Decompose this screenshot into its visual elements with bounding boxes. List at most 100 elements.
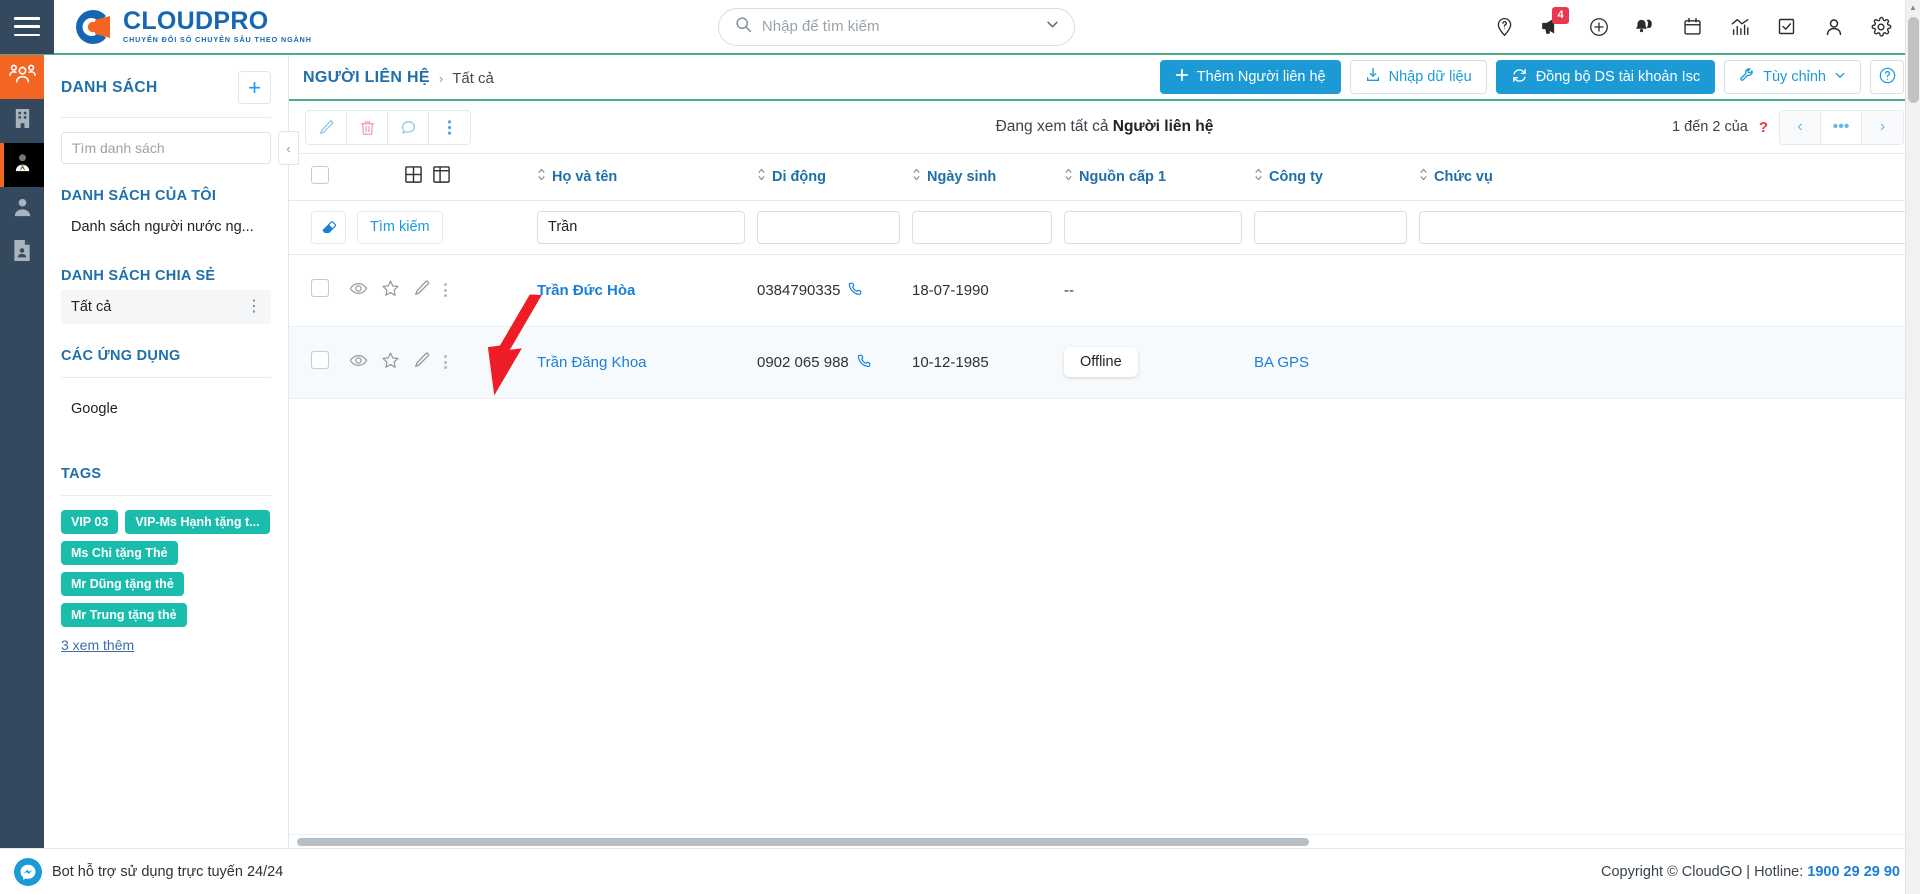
filter-input-company[interactable] <box>1254 210 1407 244</box>
preview-eye-icon[interactable] <box>349 351 368 374</box>
company-link[interactable]: BA GPS <box>1254 354 1309 371</box>
filter-input-birthday[interactable] <box>912 210 1052 244</box>
grid-view-icon[interactable] <box>404 165 423 188</box>
contacts-table: Họ và tên Di động Ngày sinh Nguồn cấp 1 … <box>289 154 1920 399</box>
edit-icon[interactable] <box>306 110 347 144</box>
filter-cell-mobile <box>751 200 906 255</box>
search-filter-button[interactable]: Tìm kiếm <box>357 210 443 244</box>
more-vertical-icon[interactable] <box>429 111 470 144</box>
sort-icon[interactable] <box>1254 168 1263 185</box>
add-contact-button[interactable]: Thêm Người liên hệ <box>1159 60 1341 94</box>
global-search-input[interactable] <box>761 18 1035 35</box>
support-bot[interactable]: Bot hỗ trợ sử dụng trực tuyến 24/24 <box>14 857 284 886</box>
bells-icon[interactable] <box>1622 5 1669 49</box>
phone-call-icon[interactable] <box>848 281 863 300</box>
tag-chip[interactable]: Ms Chi tặng Thẻ <box>61 541 178 565</box>
select-all-checkbox[interactable] <box>311 165 329 184</box>
tags-show-more-link[interactable]: 3 xem thêm <box>61 637 134 653</box>
sidebar-item-contacts[interactable] <box>0 55 44 99</box>
list-item-foreign[interactable]: Danh sách người nước ng... <box>61 210 271 244</box>
megaphone-icon[interactable]: 4 <box>1528 5 1575 49</box>
window-scrollbar[interactable]: ▲ <box>1905 0 1920 894</box>
window-scrollbar-thumb[interactable] <box>1908 17 1919 103</box>
hotline-number[interactable]: 1900 29 29 90 <box>1807 864 1900 880</box>
horizontal-scrollbar[interactable] <box>289 834 1920 848</box>
sidebar-item-company[interactable] <box>0 99 44 143</box>
sort-icon[interactable] <box>1064 168 1073 185</box>
contact-name-link[interactable]: Trần Đăng Khoa <box>537 354 647 371</box>
split-view-icon[interactable] <box>432 165 451 188</box>
support-bot-label: Bot hỗ trợ sử dụng trực tuyến 24/24 <box>52 863 284 880</box>
sort-icon[interactable] <box>757 168 766 185</box>
eraser-button[interactable] <box>311 210 346 244</box>
global-search-box[interactable] <box>717 7 1075 46</box>
phone-call-icon[interactable] <box>857 353 872 372</box>
add-list-button[interactable]: + <box>238 71 271 104</box>
user-icon[interactable] <box>1810 5 1857 49</box>
favorite-star-icon[interactable] <box>381 351 400 374</box>
task-check-icon[interactable] <box>1763 5 1810 49</box>
pagination-prev-button[interactable]: ‹ <box>1780 110 1821 144</box>
column-header-position[interactable]: Chức vụ <box>1413 154 1613 201</box>
gear-icon[interactable] <box>1857 5 1904 49</box>
breadcrumb-sub[interactable]: Tất cả <box>452 70 494 87</box>
pagination-more-button[interactable]: ••• <box>1821 110 1862 144</box>
column-header-mobile[interactable]: Di động <box>751 154 906 201</box>
megaphone-badge: 4 <box>1552 6 1569 24</box>
table-filter-row: Tìm kiếm <box>289 200 1920 255</box>
contact-name-link[interactable]: Trần Đức Hòa <box>537 282 635 299</box>
help-button[interactable] <box>1870 60 1904 94</box>
scroll-up-arrow-icon[interactable]: ▲ <box>1906 0 1920 15</box>
list-search-input[interactable] <box>61 132 271 164</box>
import-data-button[interactable]: Nhập dữ liệu <box>1349 60 1487 94</box>
brand-logo[interactable]: CLOUDPRO CHUYỂN ĐỔI SỐ CHUYÊN SÂU THEO N… <box>54 6 312 48</box>
sort-icon[interactable] <box>537 168 546 185</box>
filter-input-position[interactable] <box>1419 210 1920 244</box>
row-checkbox[interactable] <box>311 279 329 297</box>
breadcrumb-main[interactable]: NGƯỜI LIÊN HỆ <box>303 69 430 87</box>
filter-input-mobile[interactable] <box>757 210 900 244</box>
row-edit-icon[interactable] <box>413 351 431 373</box>
row-checkbox[interactable] <box>311 351 329 369</box>
pagination-next-button[interactable]: › <box>1862 110 1903 144</box>
sort-icon[interactable] <box>912 168 921 185</box>
chevron-down-icon[interactable] <box>1045 17 1060 37</box>
column-header-birthday[interactable]: Ngày sinh <box>906 154 1058 201</box>
table-row[interactable]: Trần Đức Hòa 0384790335 18-07-1990 -- <box>289 254 1920 327</box>
favorite-star-icon[interactable] <box>381 279 400 302</box>
plus-circle-icon[interactable] <box>1575 5 1622 49</box>
list-item-more-icon[interactable]: ⋮ <box>246 299 263 315</box>
preview-eye-icon[interactable] <box>349 279 368 302</box>
sync-account-button[interactable]: Đồng bộ DS tài khoản Isc <box>1495 60 1716 94</box>
tag-chip[interactable]: VIP-Ms Hạnh tặng t... <box>125 510 270 534</box>
filter-input-source[interactable] <box>1064 210 1242 244</box>
comment-icon[interactable] <box>388 110 429 144</box>
filter-input-fullname[interactable] <box>537 210 745 244</box>
column-header-source[interactable]: Nguồn cấp 1 <box>1058 154 1248 201</box>
help-pin-icon[interactable] <box>1481 5 1528 49</box>
table-row[interactable]: Trần Đăng Khoa 0902 065 988 10-12-1985 O… <box>289 326 1920 399</box>
sidebar-item-person[interactable] <box>0 187 44 231</box>
row-edit-icon[interactable] <box>413 279 431 301</box>
column-header-company[interactable]: Công ty <box>1248 154 1413 201</box>
delete-icon[interactable] <box>347 110 388 144</box>
column-header-fullname[interactable]: Họ và tên <box>531 154 751 201</box>
hamburger-menu-button[interactable] <box>0 0 54 54</box>
list-item-google[interactable]: Google <box>61 392 271 426</box>
sidebar-item-lead[interactable] <box>0 143 44 187</box>
sort-icon[interactable] <box>1419 168 1428 185</box>
sidebar-item-document-person[interactable] <box>0 231 44 275</box>
row-more-icon[interactable] <box>444 355 447 369</box>
viewing-prefix: Đang xem tất cả <box>995 118 1113 135</box>
customize-button[interactable]: Tùy chỉnh <box>1724 60 1861 94</box>
horizontal-scrollbar-thumb[interactable] <box>297 838 1309 846</box>
analytics-icon[interactable] <box>1716 5 1763 49</box>
tag-chip[interactable]: Mr Dũng tặng thẻ <box>61 572 184 596</box>
list-item-all[interactable]: Tất cả ⋮ <box>61 290 271 324</box>
collapse-panel-button[interactable]: ‹ <box>278 131 299 165</box>
tag-chip[interactable]: VIP 03 <box>61 510 119 534</box>
calendar-icon[interactable] <box>1669 5 1716 49</box>
row-more-icon[interactable] <box>444 283 447 297</box>
tag-chip[interactable]: Mr Trung tặng thẻ <box>61 603 187 627</box>
app-root: CLOUDPRO CHUYỂN ĐỔI SỐ CHUYÊN SÂU THEO N… <box>0 0 1920 894</box>
